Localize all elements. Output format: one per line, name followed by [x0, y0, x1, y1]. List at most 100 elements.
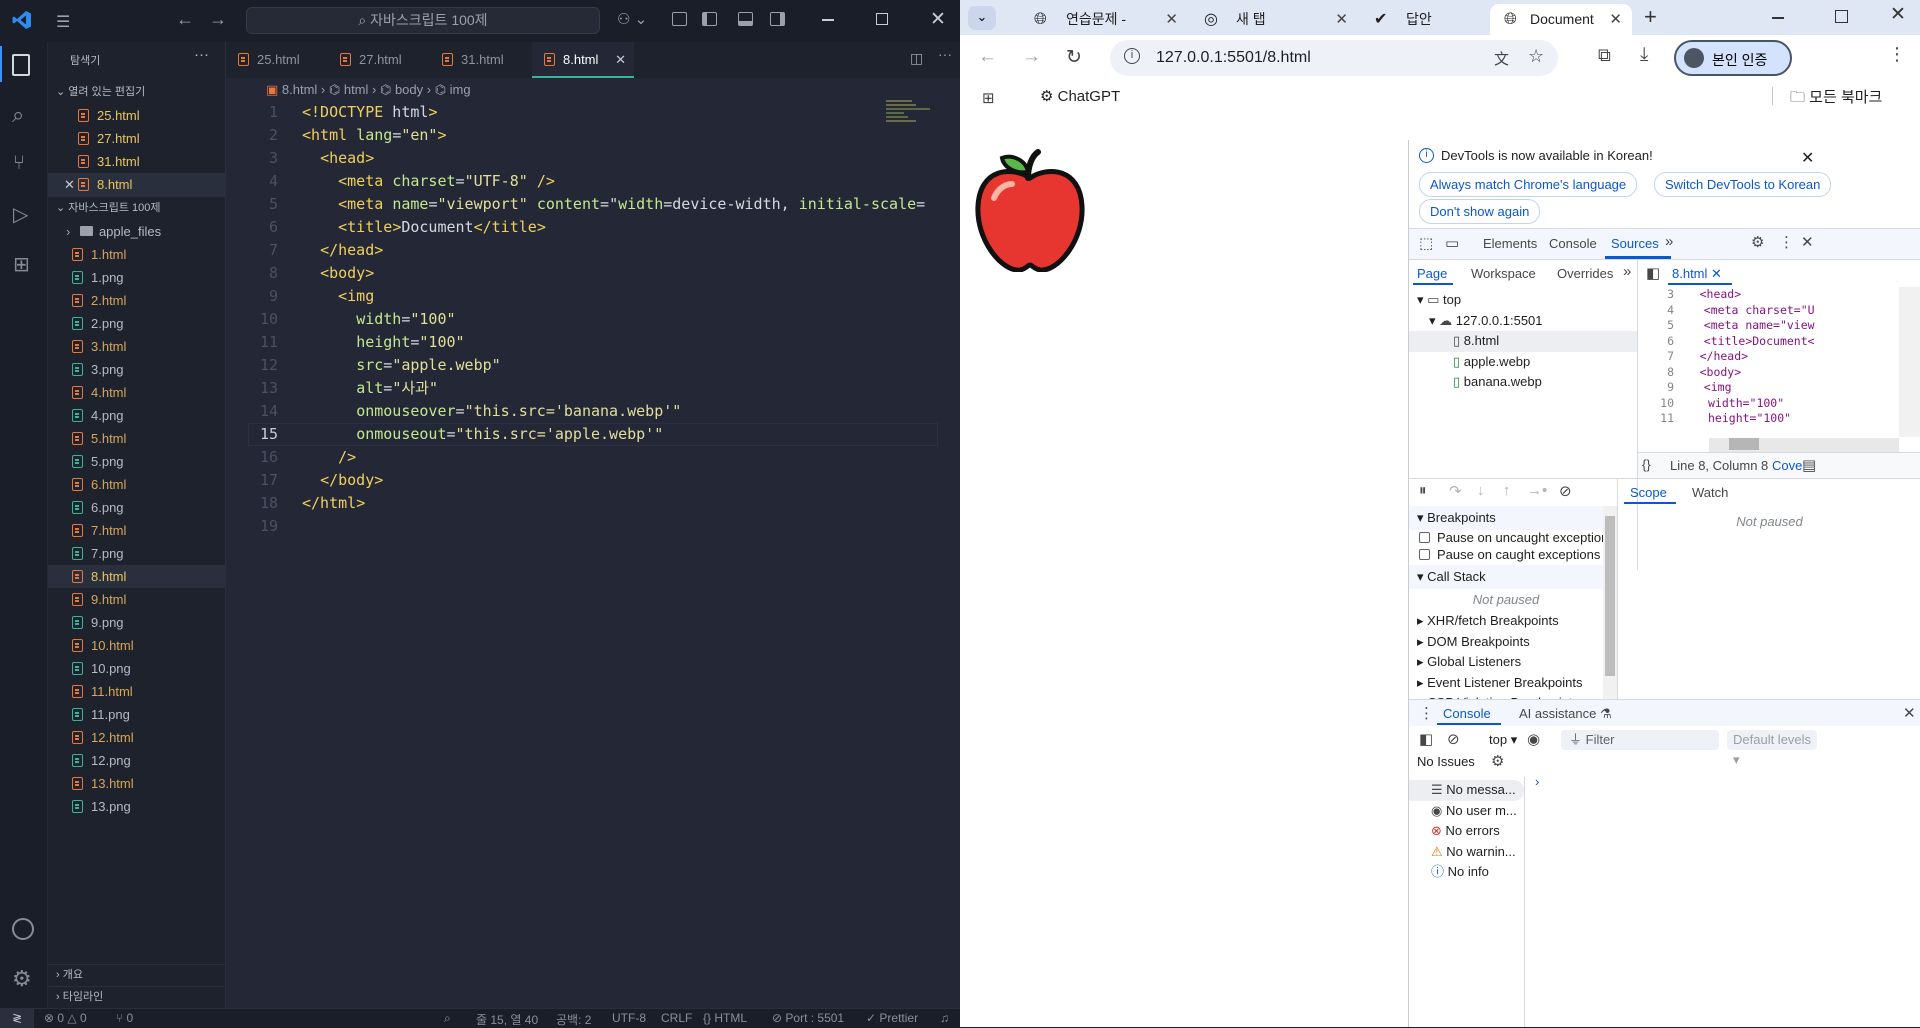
open-editors-header[interactable]: ⌄ 열려 있는 편집기	[48, 81, 226, 104]
profile-button[interactable]: 본인 인증	[1674, 40, 1792, 76]
tab-sources[interactable]: Sources	[1611, 236, 1659, 251]
tab-page[interactable]: Page	[1417, 266, 1447, 281]
pause-caught-row[interactable]: Pause on caught exceptions	[1409, 543, 1600, 567]
tab-ai-assistance[interactable]: AI assistance ⚗	[1519, 706, 1612, 722]
open-editor-item[interactable]: 31.html	[48, 150, 226, 173]
more-tabs-icon[interactable]: »	[1665, 233, 1673, 250]
always-match-language-button[interactable]: Always match Chrome's language	[1419, 172, 1638, 197]
editor-tab[interactable]: 31.html	[430, 42, 532, 78]
context-selector[interactable]: top ▾	[1489, 732, 1517, 748]
more-tabs-icon[interactable]: »	[1623, 263, 1631, 280]
back-arrow-icon[interactable]: ←	[176, 9, 194, 30]
deactivate-breakpoints-icon[interactable]: ⊘	[1559, 482, 1572, 500]
file-item[interactable]: 1.png	[48, 266, 226, 289]
message-filter-item[interactable]: ⓘ No info	[1409, 862, 1524, 883]
cursor-position[interactable]: 줄 15, 열 40	[476, 1011, 538, 1028]
problems-indicator[interactable]: ⊗ 0 △ 0	[44, 1011, 87, 1025]
open-editor-item[interactable]: 27.html	[48, 127, 226, 150]
file-item[interactable]: 10.png	[48, 657, 226, 680]
file-item[interactable]: 10.html	[48, 634, 226, 657]
apps-grid-icon[interactable]: ⊞	[982, 89, 995, 107]
editor-tab[interactable]: 25.html	[226, 42, 328, 78]
scrollbar[interactable]	[1899, 287, 1920, 437]
file-item[interactable]: 2.png	[48, 312, 226, 335]
maximize-icon[interactable]	[876, 13, 888, 25]
toggle-panel-icon[interactable]	[738, 12, 753, 26]
code-editor[interactable]: 1 <!DOCTYPE html> 2 <html lang="en"> 3 <head…	[226, 101, 960, 538]
close-icon[interactable]: ✕	[64, 173, 75, 196]
toggle-secondary-sidebar-icon[interactable]	[770, 12, 785, 26]
file-item[interactable]: 12.png	[48, 749, 226, 772]
chrome-menu-icon[interactable]: ⋮	[1888, 44, 1906, 65]
nav-tree-item[interactable]: ▾ ▭ top	[1409, 290, 1637, 311]
menu-icon[interactable]: ☰	[56, 12, 76, 31]
close-window-icon[interactable]: ✕	[1890, 3, 1906, 26]
checkbox[interactable]	[1419, 532, 1430, 543]
file-item[interactable]: 11.html	[48, 680, 226, 703]
language-mode[interactable]: {} HTML	[703, 1011, 747, 1025]
step-into-icon[interactable]: ↓	[1477, 482, 1485, 499]
nav-tree-item[interactable]: ▾ ☁ 127.0.0.1:5501	[1409, 311, 1637, 332]
nav-tree-item[interactable]: ▯ apple.webp	[1409, 352, 1637, 373]
search-icon[interactable]: ⌕	[12, 102, 24, 128]
apple-image[interactable]	[972, 148, 1088, 273]
zoom-icon[interactable]: ⌕	[444, 1011, 451, 1026]
close-tab-icon[interactable]: ✕	[1609, 4, 1622, 35]
close-drawer-icon[interactable]: ✕	[1903, 704, 1916, 722]
bookmark-star-icon[interactable]: ☆	[1528, 46, 1544, 67]
account-icon[interactable]	[12, 918, 34, 940]
close-tab-icon[interactable]: ✕	[1711, 266, 1722, 281]
close-banner-icon[interactable]: ✕	[1801, 148, 1814, 168]
extensions-icon[interactable]: ⊞	[13, 252, 30, 277]
close-devtools-icon[interactable]: ✕	[1801, 233, 1814, 251]
translate-icon[interactable]: 文	[1494, 48, 1509, 69]
file-item[interactable]: 9.html	[48, 588, 226, 611]
tab-workspace[interactable]: Workspace	[1471, 266, 1536, 281]
run-debug-icon[interactable]: ▷	[13, 202, 28, 227]
toggle-sidebar-icon[interactable]	[702, 12, 717, 26]
dont-show-again-button[interactable]: Don't show again	[1419, 199, 1541, 224]
tab-practice[interactable]: 🌐︎ 연습문제 - ✕	[1018, 4, 1188, 35]
more-options-icon[interactable]: ⋮	[1779, 233, 1794, 251]
drawer-menu-icon[interactable]: ⋮	[1419, 704, 1434, 722]
live-server-port[interactable]: ⊘ Port : 5501	[772, 1011, 844, 1025]
all-bookmarks[interactable]: 🗀 모든 북마크	[1790, 86, 1882, 112]
open-editor-item[interactable]: 25.html	[48, 104, 226, 127]
message-filter-item[interactable]: ☰ No messa...	[1409, 780, 1524, 801]
file-item[interactable]: 5.png	[48, 450, 226, 473]
message-filter-item[interactable]: ◉ No user m...	[1409, 801, 1524, 822]
bookmark-chatgpt[interactable]: ⚙ ChatGPT	[1040, 87, 1120, 105]
maximize-icon[interactable]	[1835, 10, 1848, 23]
tab-scope[interactable]: Scope	[1630, 485, 1667, 500]
clear-console-icon[interactable]: ⊘	[1447, 730, 1460, 748]
file-item[interactable]: 1.html	[48, 243, 226, 266]
file-item[interactable]: 5.html	[48, 427, 226, 450]
toggle-navigator-icon[interactable]: ◧	[1646, 264, 1660, 282]
copilot-icon[interactable]: ⚇ ⌄	[617, 10, 647, 28]
step-out-icon[interactable]: ↑	[1503, 482, 1511, 499]
settings-gear-icon[interactable]: ⚙	[1751, 233, 1764, 251]
more-actions-icon[interactable]: ···	[194, 46, 209, 63]
file-item[interactable]: 7.html	[48, 519, 226, 542]
extensions-icon[interactable]: ⧉	[1598, 45, 1611, 66]
tab-document[interactable]: 🌐︎ Document ✕	[1490, 4, 1632, 35]
message-filter-item[interactable]: ⊗ No errors	[1409, 821, 1524, 842]
file-item[interactable]: 12.html	[48, 726, 226, 749]
download-icon[interactable]: ⤓	[1640, 44, 1648, 66]
step-over-icon[interactable]: ↷	[1449, 482, 1462, 500]
nav-tree-item[interactable]: ▯ banana.webp	[1409, 372, 1637, 393]
address-bar[interactable]: i 127.0.0.1:5501/8.html 文 ☆	[1110, 40, 1558, 76]
tab-overrides[interactable]: Overrides	[1557, 266, 1613, 281]
inspect-element-icon[interactable]: ⬚	[1419, 234, 1433, 252]
scrollbar[interactable]	[1603, 506, 1617, 699]
filter-input[interactable]: ⏚ Filter	[1561, 730, 1719, 750]
settings-gear-icon[interactable]: ⚙	[1491, 752, 1504, 770]
file-item[interactable]: 2.html	[48, 289, 226, 312]
step-icon[interactable]: →•	[1527, 482, 1547, 499]
remote-icon[interactable]: ≷	[0, 1009, 34, 1028]
prettier-status[interactable]: ✓ Prettier	[866, 1011, 918, 1025]
split-editor-icon[interactable]: ◫	[910, 50, 923, 67]
explorer-icon[interactable]	[12, 54, 30, 76]
close-tab-icon[interactable]: ✕	[1165, 4, 1178, 35]
tab-new[interactable]: ◎ 새 탭 ✕	[1188, 4, 1358, 35]
